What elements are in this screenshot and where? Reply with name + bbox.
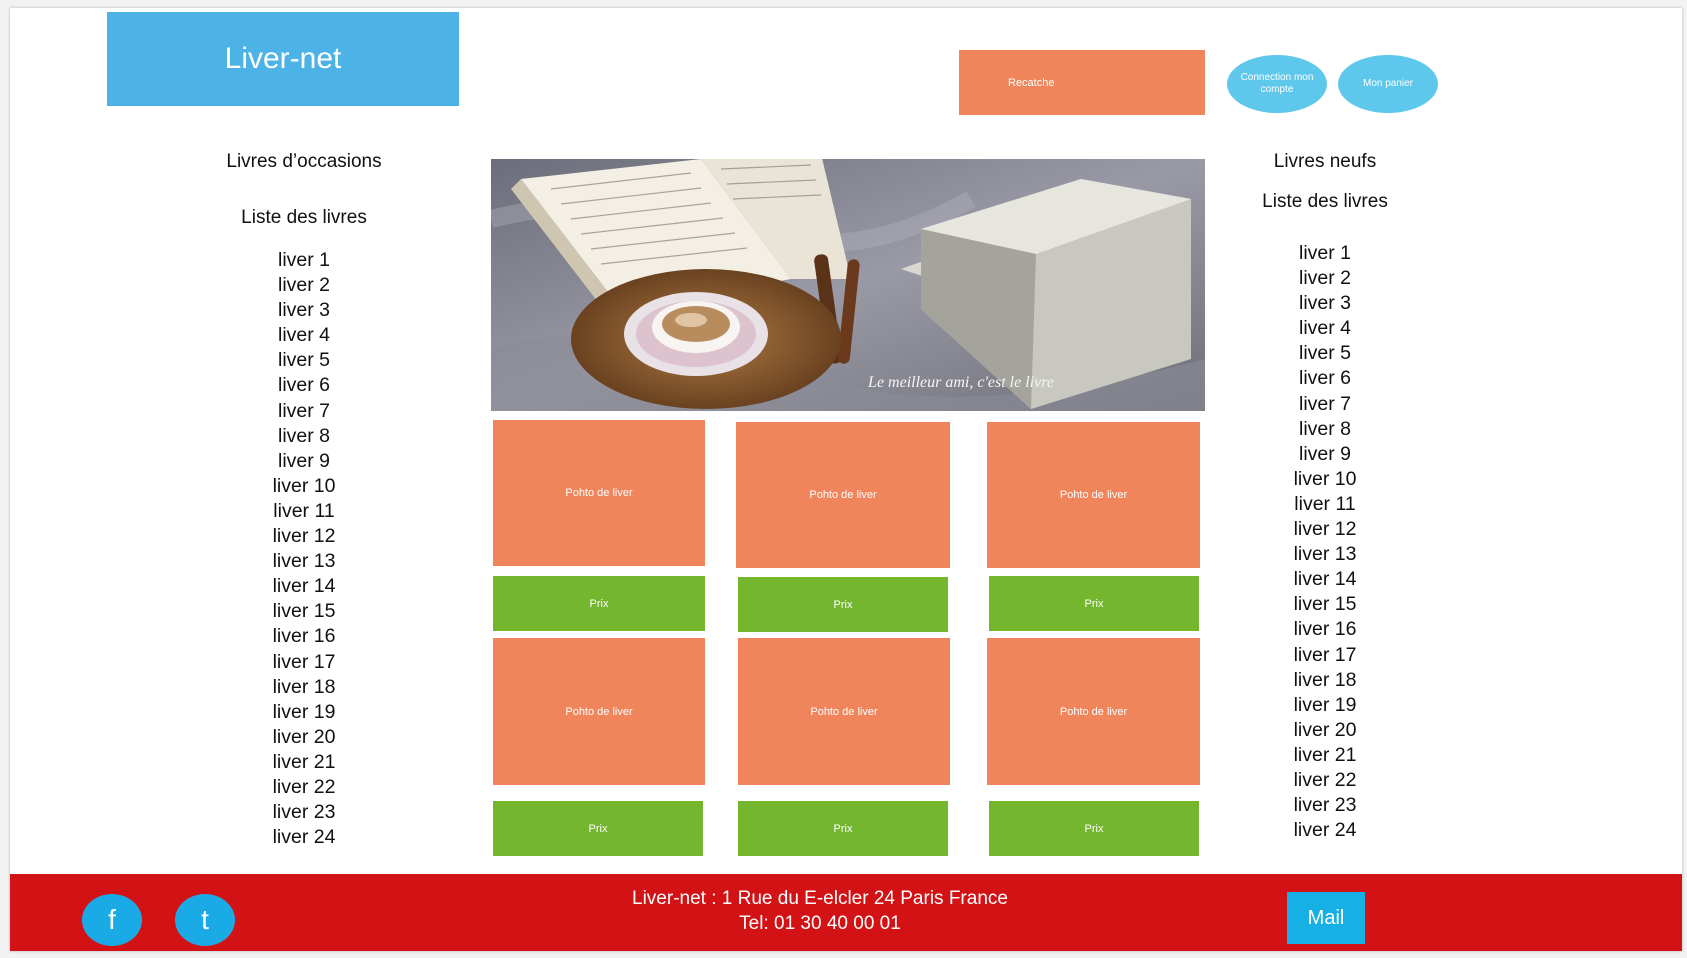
book-link[interactable]: liver 20	[1175, 718, 1475, 743]
book-link[interactable]: liver 4	[154, 323, 454, 348]
product-photo[interactable]: Pohto de liver	[738, 638, 950, 785]
product-photo[interactable]: Pohto de liver	[987, 422, 1200, 568]
book-link[interactable]: liver 24	[154, 825, 454, 850]
book-link[interactable]: liver 13	[154, 549, 454, 574]
footer-phone: Tel: 01 30 40 00 01	[739, 913, 901, 934]
footer-address: Liver-net : 1 Rue du E-elcler 24 Paris F…	[632, 888, 1008, 909]
book-link[interactable]: liver 2	[154, 273, 454, 298]
book-link[interactable]: liver 1	[1175, 241, 1475, 266]
book-link[interactable]: liver 17	[1175, 643, 1475, 668]
book-link[interactable]: liver 9	[1175, 442, 1475, 467]
book-link[interactable]: liver 21	[154, 750, 454, 775]
book-link[interactable]: liver 14	[154, 574, 454, 599]
book-link[interactable]: liver 22	[1175, 768, 1475, 793]
product-price[interactable]: Prix	[989, 801, 1199, 856]
footer-contact: Liver-net : 1 Rue du E-elcler 24 Paris F…	[570, 886, 1070, 936]
book-link[interactable]: liver 3	[1175, 291, 1475, 316]
book-link[interactable]: liver 19	[154, 700, 454, 725]
book-link[interactable]: liver 24	[1175, 818, 1475, 843]
book-link[interactable]: liver 10	[154, 474, 454, 499]
book-link[interactable]: liver 1	[154, 248, 454, 273]
product-price[interactable]: Prix	[989, 576, 1199, 631]
footer: f t Liver-net : 1 Rue du E-elcler 24 Par…	[10, 874, 1682, 951]
book-link[interactable]: liver 7	[1175, 392, 1475, 417]
book-link[interactable]: liver 12	[154, 524, 454, 549]
book-link[interactable]: liver 11	[154, 499, 454, 524]
used-books-list-title: Liste des livres	[241, 207, 367, 228]
book-link[interactable]: liver 19	[1175, 693, 1475, 718]
used-books-heading[interactable]: Livres d’occasions	[154, 151, 454, 173]
twitter-icon[interactable]: t	[175, 894, 235, 946]
book-link[interactable]: liver 13	[1175, 542, 1475, 567]
hero-caption: Le meilleur ami, c'est le livre	[867, 374, 1054, 391]
product-photo[interactable]: Pohto de liver	[493, 420, 705, 566]
book-link[interactable]: liver 9	[154, 449, 454, 474]
facebook-icon[interactable]: f	[82, 894, 142, 946]
product-photo[interactable]: Pohto de liver	[987, 638, 1200, 785]
book-link[interactable]: liver 15	[154, 599, 454, 624]
book-link[interactable]: liver 23	[1175, 793, 1475, 818]
book-link[interactable]: liver 23	[154, 800, 454, 825]
hero-image: Le meilleur ami, c'est le livre	[491, 159, 1205, 411]
book-link[interactable]: liver 22	[154, 775, 454, 800]
book-link[interactable]: liver 11	[1175, 492, 1475, 517]
new-books-list-title: Liste des livres	[1262, 191, 1388, 212]
book-link[interactable]: liver 18	[1175, 668, 1475, 693]
book-link[interactable]: liver 4	[1175, 316, 1475, 341]
product-price[interactable]: Prix	[493, 801, 703, 856]
book-link[interactable]: liver 8	[1175, 417, 1475, 442]
account-button[interactable]: Connection mon compte	[1227, 55, 1327, 113]
product-price[interactable]: Prix	[493, 576, 705, 631]
book-link[interactable]: liver 6	[154, 373, 454, 398]
book-link[interactable]: liver 3	[154, 298, 454, 323]
book-link[interactable]: liver 21	[1175, 743, 1475, 768]
site-logo[interactable]: Liver-net	[107, 12, 459, 106]
mail-button[interactable]: Mail	[1287, 892, 1365, 944]
book-link[interactable]: liver 7	[154, 399, 454, 424]
book-link[interactable]: liver 14	[1175, 567, 1475, 592]
book-link[interactable]: liver 17	[154, 650, 454, 675]
new-books-list: liver 1 liver 2 liver 3 liver 4 liver 5 …	[1175, 241, 1475, 843]
product-photo[interactable]: Pohto de liver	[493, 638, 705, 785]
cart-button[interactable]: Mon panier	[1338, 55, 1438, 113]
book-link[interactable]: liver 16	[154, 624, 454, 649]
product-photo[interactable]: Pohto de liver	[736, 422, 950, 568]
book-link[interactable]: liver 15	[1175, 592, 1475, 617]
product-price[interactable]: Prix	[738, 801, 948, 856]
used-books-list: liver 1 liver 2 liver 3 liver 4 liver 5 …	[154, 248, 454, 850]
book-link[interactable]: liver 6	[1175, 366, 1475, 391]
book-link[interactable]: liver 10	[1175, 467, 1475, 492]
book-link[interactable]: liver 20	[154, 725, 454, 750]
book-link[interactable]: liver 18	[154, 675, 454, 700]
book-link[interactable]: liver 5	[154, 348, 454, 373]
book-link[interactable]: liver 12	[1175, 517, 1475, 542]
new-books-heading[interactable]: Livres neufs	[1175, 151, 1475, 173]
book-link[interactable]: liver 8	[154, 424, 454, 449]
book-link[interactable]: liver 5	[1175, 341, 1475, 366]
product-price[interactable]: Prix	[738, 577, 948, 632]
page: Liver-net Recatche Connection mon compte…	[10, 8, 1682, 951]
search-button[interactable]: Recatche	[959, 50, 1205, 115]
book-link[interactable]: liver 2	[1175, 266, 1475, 291]
book-link[interactable]: liver 16	[1175, 617, 1475, 642]
hero-illustration: Le meilleur ami, c'est le livre	[491, 159, 1205, 411]
